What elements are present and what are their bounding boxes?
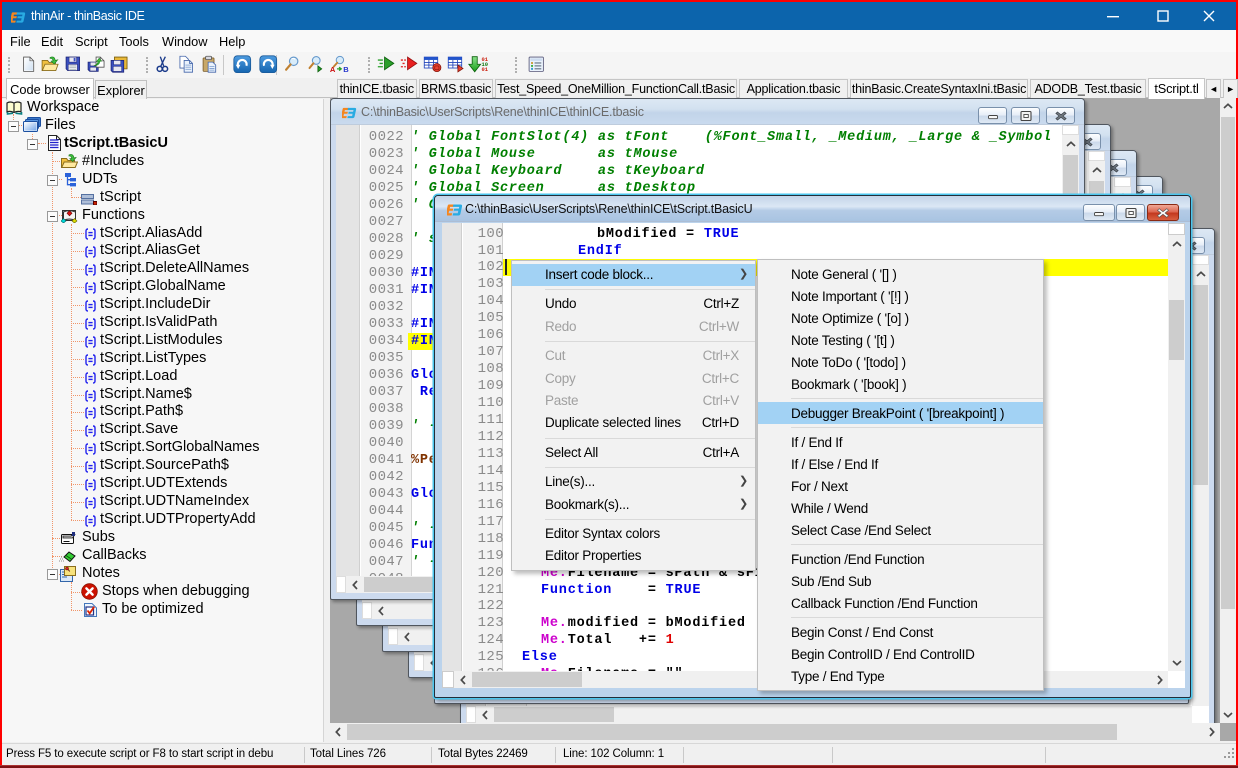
svg-text:B: B (343, 65, 349, 74)
svg-text:A: A (330, 65, 336, 74)
svg-text:01: 01 (481, 66, 488, 73)
